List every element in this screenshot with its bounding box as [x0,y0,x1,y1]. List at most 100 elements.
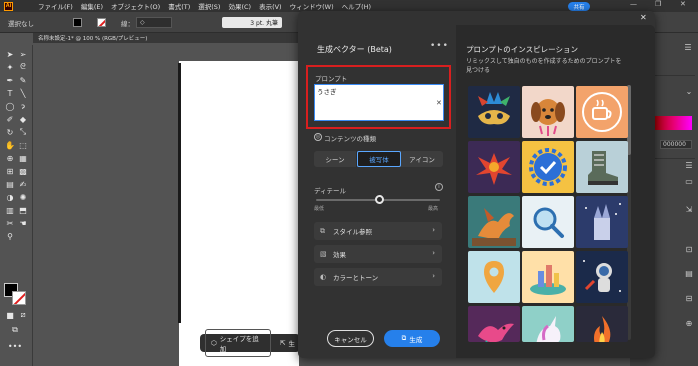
panel-icon[interactable]: ▤ [684,268,694,278]
eyedropper-icon[interactable]: ✍ [18,179,28,189]
more-options-icon[interactable]: ••• [430,41,449,51]
blend-tool-icon[interactable]: ◑ [5,192,15,202]
menu-view[interactable]: 表示(V) [259,1,282,11]
zoom-tool-icon[interactable]: ⚲ [5,231,15,241]
style-reference-section[interactable]: ⧉ スタイル参照 › [314,222,442,240]
column-graph-icon[interactable]: ▥ [5,205,15,215]
gradient-tool-icon[interactable]: ▤ [5,179,15,189]
dog-illustration [531,99,565,136]
shape-builder-icon[interactable]: ⊕ [5,153,15,163]
panel-icon[interactable]: ▭ [684,176,694,186]
panel-icon[interactable]: ⊟ [684,293,694,303]
scale-tool-icon[interactable]: ⤡ [18,127,28,137]
document-tab[interactable]: 名称未設定-1* @ 100 % (RGB/プレビュー) [38,34,147,42]
curvature-tool-icon[interactable]: ✎ [18,75,28,85]
inspiration-thumbnail-astronaut[interactable] [576,251,628,303]
astronaut-illustration [583,260,621,292]
slice-tool-icon[interactable]: ✂ [5,218,15,228]
magic-wand-icon[interactable]: ✦ [5,62,15,72]
inspiration-thumbnail-castle[interactable] [576,196,628,248]
menu-effect[interactable]: 効果(C) [228,1,251,11]
inspiration-thumbnail-fire[interactable] [576,306,628,342]
panel-expand-icon[interactable]: ⌄ [684,86,694,96]
lasso-icon[interactable]: ᘓ [18,62,28,72]
inspiration-thumbnail-dog[interactable] [522,86,574,138]
inspiration-thumbnail-pin[interactable] [468,251,520,303]
stroke-swatch[interactable] [97,18,106,27]
menu-help[interactable]: ヘルプ(H) [342,1,371,11]
perspective-grid-icon[interactable]: ⊞ [5,166,15,176]
canvas-area[interactable] [33,43,299,366]
content-type-scene[interactable]: シーン [314,151,357,167]
menu-type[interactable]: 書式(T) [168,1,190,11]
close-icon[interactable]: ✕ [640,13,647,22]
app-logo[interactable]: Ai [4,1,13,11]
close-window-button[interactable]: ✕ [680,0,686,8]
inspiration-thumbnail-gear-check[interactable] [522,141,574,193]
no-color-icon[interactable]: ⧄ [18,310,28,320]
share-button[interactable]: 共有 [568,2,590,11]
type-tool-icon[interactable]: T [5,88,15,98]
panel-icon[interactable]: ⊡ [684,244,694,254]
inspiration-thumbnail-dragon[interactable] [468,196,520,248]
prompt-value[interactable]: うさぎ [317,86,337,96]
cancel-button[interactable]: キャンセル [327,330,374,347]
stroke-weight-input[interactable]: ◇ [136,17,172,28]
ellipse-tool-icon[interactable]: ◯ [5,101,15,111]
inspiration-thumbnail-boot[interactable] [576,141,628,193]
generate-context-button[interactable]: ⇱ 生 [275,335,300,351]
symbol-sprayer-icon[interactable]: ✺ [18,192,28,202]
inspiration-thumbnail-coffee[interactable] [576,86,628,138]
content-type-subject[interactable]: 被写体 [357,151,401,167]
free-transform-icon[interactable]: ⬚ [18,140,28,150]
clear-prompt-icon[interactable]: ✕ [436,99,442,107]
rotate-tool-icon[interactable]: ↻ [5,127,15,137]
live-paint-icon[interactable]: ▦ [18,153,28,163]
color-mode-icon[interactable]: ■ [5,310,15,320]
shaper-tool-icon[interactable]: ✐ [5,114,15,124]
eraser-icon[interactable]: ◆ [18,114,28,124]
hand-tool-icon[interactable]: ☚ [18,218,28,228]
info-icon[interactable]: i [435,183,443,191]
inspiration-thumbnail-unicorn[interactable] [522,306,574,342]
minimize-button[interactable]: — [630,0,637,8]
content-type-icon-option[interactable]: アイコン [401,151,443,167]
selection-tool-icon[interactable]: ➤ [5,49,15,59]
draw-mode-icon[interactable]: ⧉ [10,325,20,335]
panel-menu-icon[interactable]: ☰ [683,42,693,52]
artboard[interactable] [179,61,299,366]
hex-color-input[interactable]: 000000 [660,140,692,149]
direct-selection-tool-icon[interactable]: ➢ [18,49,28,59]
inspiration-thumbnail-city-island[interactable] [522,251,574,303]
detail-slider-handle[interactable] [375,195,384,204]
effects-section[interactable]: ▧ 効果 › [314,245,442,263]
artboard-tool-icon[interactable]: ⬒ [18,205,28,215]
line-tool-icon[interactable]: ╲ [18,88,28,98]
inspiration-thumbnail-mask[interactable] [468,86,520,138]
inspiration-thumbnail-magnifier[interactable] [522,196,574,248]
inspiration-thumbnail-phoenix[interactable] [468,141,520,193]
panel-icon[interactable]: ⇲ [684,204,694,214]
color-spectrum[interactable] [654,116,692,130]
fill-swatch[interactable] [73,18,82,27]
warp-tool-icon[interactable]: ✋ [5,140,15,150]
inspiration-thumbnail-bird[interactable] [468,306,520,342]
menu-select[interactable]: 選択(S) [198,1,220,11]
menu-file[interactable]: ファイル(F) [38,1,73,11]
pen-tool-icon[interactable]: ✒ [5,75,15,85]
menu-window[interactable]: ウィンドウ(W) [290,1,334,11]
mesh-tool-icon[interactable]: ▩ [18,166,28,176]
paintbrush-icon[interactable]: ɂ [18,101,28,111]
color-tone-section[interactable]: ◐ カラーとトーン › [314,268,442,286]
brush-definition-dropdown[interactable]: 3 pt. 丸筆 [222,17,282,28]
mask-illustration [478,92,510,125]
stroke-color-icon[interactable] [12,291,26,305]
menu-object[interactable]: オブジェクト(O) [111,1,160,11]
swatch-menu-icon[interactable]: ☰ [684,160,694,170]
maximize-button[interactable]: ❐ [655,0,661,8]
more-tools-icon[interactable]: ••• [8,341,22,351]
menu-edit[interactable]: 編集(E) [81,1,103,11]
generate-button[interactable]: ⧉ 生成 [384,330,440,347]
add-shape-button[interactable]: ⬡ シェイプを追加 [205,329,272,357]
panel-icon[interactable]: ⊕ [684,318,694,328]
